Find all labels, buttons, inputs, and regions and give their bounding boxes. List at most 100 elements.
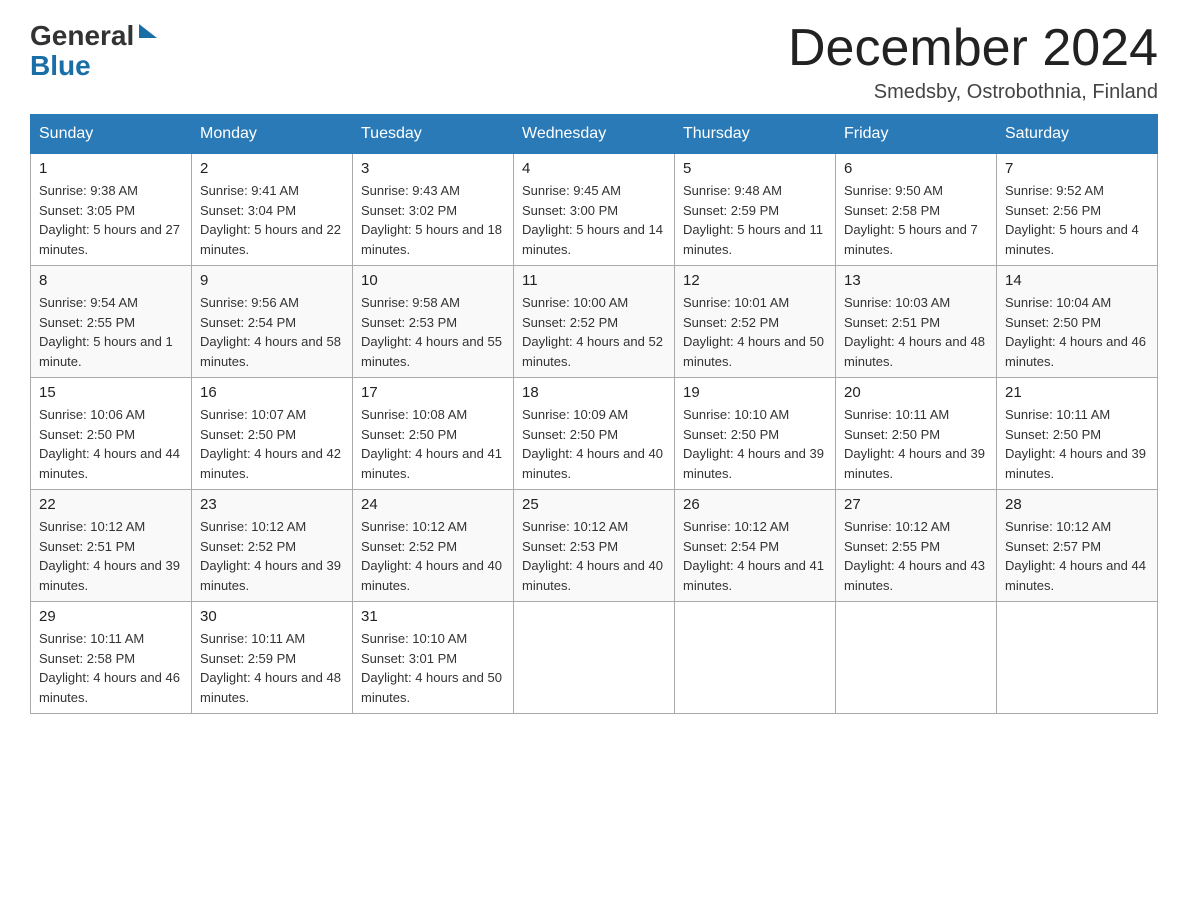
- calendar-header-sunday: Sunday: [31, 115, 192, 154]
- logo-chevron-icon: [137, 24, 157, 49]
- day-info: Sunrise: 10:12 AMSunset: 2:57 PMDaylight…: [1005, 517, 1149, 595]
- calendar-week-row: 22 Sunrise: 10:12 AMSunset: 2:51 PMDaylig…: [31, 490, 1158, 602]
- calendar-header-thursday: Thursday: [675, 115, 836, 154]
- day-info: Sunrise: 10:04 AMSunset: 2:50 PMDaylight…: [1005, 293, 1149, 371]
- calendar-cell: 31 Sunrise: 10:10 AMSunset: 3:01 PMDaylig…: [353, 602, 514, 714]
- calendar-week-row: 29 Sunrise: 10:11 AMSunset: 2:58 PMDaylig…: [31, 602, 1158, 714]
- day-info: Sunrise: 9:43 AMSunset: 3:02 PMDaylight:…: [361, 181, 505, 259]
- day-number: 13: [844, 272, 988, 289]
- day-info: Sunrise: 10:11 AMSunset: 2:58 PMDaylight…: [39, 629, 183, 707]
- day-number: 6: [844, 160, 988, 177]
- day-info: Sunrise: 9:48 AMSunset: 2:59 PMDaylight:…: [683, 181, 827, 259]
- day-number: 20: [844, 384, 988, 401]
- day-info: Sunrise: 10:08 AMSunset: 2:50 PMDaylight…: [361, 405, 505, 483]
- day-info: Sunrise: 9:54 AMSunset: 2:55 PMDaylight:…: [39, 293, 183, 371]
- calendar-cell: 30Sunrise: 10:11 AMSunset: 2:59 PMDaylig…: [192, 602, 353, 714]
- calendar-week-row: 1 Sunrise: 9:38 AMSunset: 3:05 PMDaylight…: [31, 154, 1158, 266]
- day-info: Sunrise: 10:01 AMSunset: 2:52 PMDaylight…: [683, 293, 827, 371]
- calendar-header-row: SundayMondayTuesdayWednesdayThursdayFrid…: [31, 115, 1158, 154]
- day-number: 14: [1005, 272, 1149, 289]
- day-number: 10: [361, 272, 505, 289]
- day-info: Sunrise: 9:38 AMSunset: 3:05 PMDaylight:…: [39, 181, 183, 259]
- page-title: December 2024: [788, 20, 1158, 77]
- calendar-cell: 13Sunrise: 10:03 AMSunset: 2:51 PMDaylig…: [836, 266, 997, 378]
- day-number: 9: [200, 272, 344, 289]
- calendar-cell: [675, 602, 836, 714]
- calendar-cell: 5 Sunrise: 9:48 AMSunset: 2:59 PMDaylight…: [675, 154, 836, 266]
- calendar-cell: [514, 602, 675, 714]
- calendar-cell: [836, 602, 997, 714]
- logo-text-blue: Blue: [30, 50, 91, 82]
- calendar-header-wednesday: Wednesday: [514, 115, 675, 154]
- calendar-header-saturday: Saturday: [997, 115, 1158, 154]
- day-info: Sunrise: 10:09 AMSunset: 2:50 PMDaylight…: [522, 405, 666, 483]
- day-number: 7: [1005, 160, 1149, 177]
- day-number: 31: [361, 608, 505, 625]
- day-info: Sunrise: 10:12 AMSunset: 2:51 PMDaylight…: [39, 517, 183, 595]
- calendar-cell: 8Sunrise: 9:54 AMSunset: 2:55 PMDaylight…: [31, 266, 192, 378]
- day-info: Sunrise: 10:07 AMSunset: 2:50 PMDaylight…: [200, 405, 344, 483]
- calendar-cell: 3 Sunrise: 9:43 AMSunset: 3:02 PMDaylight…: [353, 154, 514, 266]
- calendar-cell: [997, 602, 1158, 714]
- calendar-cell: 10 Sunrise: 9:58 AMSunset: 2:53 PMDayligh…: [353, 266, 514, 378]
- calendar-cell: 20 Sunrise: 10:11 AMSunset: 2:50 PMDaylig…: [836, 378, 997, 490]
- day-number: 3: [361, 160, 505, 177]
- calendar-cell: 15 Sunrise: 10:06 AMSunset: 2:50 PMDaylig…: [31, 378, 192, 490]
- day-info: Sunrise: 9:58 AMSunset: 2:53 PMDaylight:…: [361, 293, 505, 371]
- calendar-cell: 23 Sunrise: 10:12 AMSunset: 2:52 PMDaylig…: [192, 490, 353, 602]
- day-info: Sunrise: 9:56 AMSunset: 2:54 PMDaylight:…: [200, 293, 344, 371]
- logo: General Blue: [30, 20, 157, 82]
- day-number: 18: [522, 384, 666, 401]
- calendar-cell: 29 Sunrise: 10:11 AMSunset: 2:58 PMDaylig…: [31, 602, 192, 714]
- title-block: December 2024 Smedsby, Ostrobothnia, Fin…: [788, 20, 1158, 104]
- day-info: Sunrise: 10:12 AMSunset: 2:53 PMDaylight…: [522, 517, 666, 595]
- day-number: 25: [522, 496, 666, 513]
- calendar-cell: 7Sunrise: 9:52 AMSunset: 2:56 PMDaylight…: [997, 154, 1158, 266]
- calendar-table: SundayMondayTuesdayWednesdayThursdayFrid…: [30, 114, 1158, 714]
- calendar-cell: 4Sunrise: 9:45 AMSunset: 3:00 PMDaylight…: [514, 154, 675, 266]
- day-info: Sunrise: 10:11 AMSunset: 2:50 PMDaylight…: [1005, 405, 1149, 483]
- day-info: Sunrise: 9:50 AMSunset: 2:58 PMDaylight:…: [844, 181, 988, 259]
- day-info: Sunrise: 10:12 AMSunset: 2:55 PMDaylight…: [844, 517, 988, 595]
- calendar-cell: 26 Sunrise: 10:12 AMSunset: 2:54 PMDaylig…: [675, 490, 836, 602]
- day-info: Sunrise: 10:11 AMSunset: 2:50 PMDaylight…: [844, 405, 988, 483]
- calendar-cell: 19 Sunrise: 10:10 AMSunset: 2:50 PMDaylig…: [675, 378, 836, 490]
- day-number: 26: [683, 496, 827, 513]
- day-number: 21: [1005, 384, 1149, 401]
- logo-text-general: General: [30, 20, 134, 52]
- calendar-cell: 12Sunrise: 10:01 AMSunset: 2:52 PMDaylig…: [675, 266, 836, 378]
- day-number: 23: [200, 496, 344, 513]
- day-number: 17: [361, 384, 505, 401]
- calendar-cell: 9 Sunrise: 9:56 AMSunset: 2:54 PMDaylight…: [192, 266, 353, 378]
- calendar-cell: 25 Sunrise: 10:12 AMSunset: 2:53 PMDaylig…: [514, 490, 675, 602]
- calendar-week-row: 15 Sunrise: 10:06 AMSunset: 2:50 PMDaylig…: [31, 378, 1158, 490]
- day-number: 19: [683, 384, 827, 401]
- calendar-header-tuesday: Tuesday: [353, 115, 514, 154]
- day-info: Sunrise: 10:00 AMSunset: 2:52 PMDaylight…: [522, 293, 666, 371]
- day-info: Sunrise: 10:12 AMSunset: 2:52 PMDaylight…: [200, 517, 344, 595]
- day-number: 15: [39, 384, 183, 401]
- day-info: Sunrise: 10:12 AMSunset: 2:52 PMDaylight…: [361, 517, 505, 595]
- calendar-cell: 24 Sunrise: 10:12 AMSunset: 2:52 PMDaylig…: [353, 490, 514, 602]
- day-number: 11: [522, 272, 666, 289]
- calendar-header-friday: Friday: [836, 115, 997, 154]
- day-number: 5: [683, 160, 827, 177]
- day-info: Sunrise: 10:12 AMSunset: 2:54 PMDaylight…: [683, 517, 827, 595]
- day-info: Sunrise: 10:10 AMSunset: 3:01 PMDaylight…: [361, 629, 505, 707]
- day-info: Sunrise: 9:41 AMSunset: 3:04 PMDaylight:…: [200, 181, 344, 259]
- calendar-cell: 16 Sunrise: 10:07 AMSunset: 2:50 PMDaylig…: [192, 378, 353, 490]
- day-number: 1: [39, 160, 183, 177]
- calendar-cell: 27Sunrise: 10:12 AMSunset: 2:55 PMDaylig…: [836, 490, 997, 602]
- calendar-header-monday: Monday: [192, 115, 353, 154]
- day-number: 22: [39, 496, 183, 513]
- day-info: Sunrise: 10:10 AMSunset: 2:50 PMDaylight…: [683, 405, 827, 483]
- day-number: 24: [361, 496, 505, 513]
- day-number: 28: [1005, 496, 1149, 513]
- calendar-cell: 17 Sunrise: 10:08 AMSunset: 2:50 PMDaylig…: [353, 378, 514, 490]
- calendar-cell: 22 Sunrise: 10:12 AMSunset: 2:51 PMDaylig…: [31, 490, 192, 602]
- day-number: 29: [39, 608, 183, 625]
- day-info: Sunrise: 10:06 AMSunset: 2:50 PMDaylight…: [39, 405, 183, 483]
- calendar-week-row: 8Sunrise: 9:54 AMSunset: 2:55 PMDaylight…: [31, 266, 1158, 378]
- day-info: Sunrise: 10:11 AMSunset: 2:59 PMDaylight…: [200, 629, 344, 707]
- day-number: 16: [200, 384, 344, 401]
